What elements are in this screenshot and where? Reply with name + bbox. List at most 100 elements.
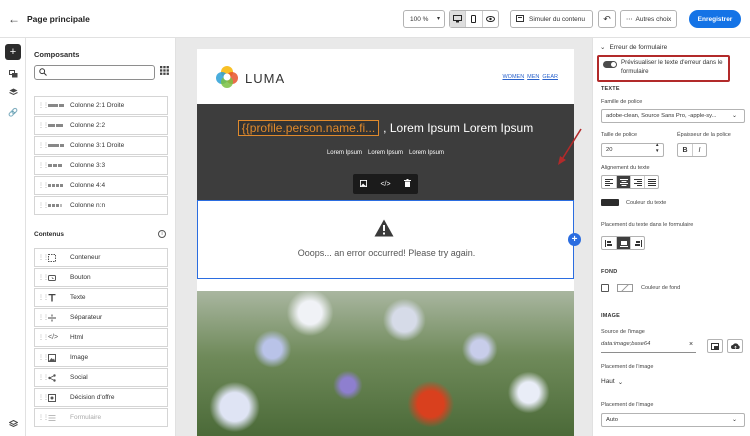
drag-handle-icon[interactable]: ⋮⋮ — [38, 102, 49, 109]
layout-item[interactable]: ⋮⋮ Colonne 3:3 — [34, 156, 168, 175]
content-item[interactable]: ⋮⋮ Formulaire — [34, 408, 168, 427]
text-color-label: Couleur du texte — [626, 200, 667, 206]
back-arrow-icon[interactable]: ← — [6, 11, 22, 27]
flower-image[interactable] — [197, 291, 574, 436]
stack-icon[interactable] — [5, 416, 21, 432]
font-family-value: adobe-clean, Source Sans Pro, -apple-sy.… — [606, 113, 717, 119]
text-color-swatch[interactable] — [601, 199, 619, 206]
clear-icon[interactable]: × — [689, 341, 693, 348]
drag-handle-icon[interactable]: ⋮⋮ — [38, 374, 49, 381]
personalization-token[interactable]: {{profile.person.name.fi... — [237, 120, 380, 136]
font-family-label: Famille de police — [601, 99, 643, 105]
align-right-icon[interactable] — [630, 176, 644, 188]
image-placement-select[interactable]: Haut ⌄ — [601, 378, 623, 386]
info-icon[interactable]: i — [158, 230, 166, 238]
nav-link-men[interactable]: MEN — [527, 74, 539, 80]
align-center-icon[interactable] — [616, 176, 630, 188]
grid-view-icon[interactable] — [160, 66, 169, 77]
undo-icon: ↶ — [603, 13, 611, 24]
form-icon — [48, 414, 64, 422]
desktop-icon[interactable] — [450, 11, 466, 27]
drag-handle-icon[interactable]: ⋮⋮ — [38, 414, 49, 421]
form-error-block[interactable]: Ooops... an error occurred! Please try a… — [197, 200, 581, 279]
font-family-select[interactable]: adobe-clean, Source Sans Pro, -apple-sy.… — [601, 109, 745, 123]
hero-link[interactable]: Lorem Ipsum — [409, 150, 444, 156]
mobile-icon[interactable] — [465, 11, 481, 27]
content-item[interactable]: ⋮⋮ </> Html — [34, 328, 168, 347]
hero-section[interactable]: {{profile.person.name.fi... , Lorem Ipsu… — [197, 104, 574, 200]
content-item[interactable]: ⋮⋮ Décision d'offre — [34, 388, 168, 407]
chevron-down-icon[interactable]: ⌄ — [732, 112, 737, 119]
drag-handle-icon[interactable]: ⋮⋮ — [38, 202, 49, 209]
chevron-down-icon: ⌄ — [617, 379, 624, 386]
add-block-icon[interactable]: + — [568, 233, 581, 246]
italic-button[interactable]: I — [692, 144, 706, 156]
stepper-icon[interactable]: ▲ ▼ — [655, 142, 659, 154]
upload-icon[interactable] — [727, 339, 743, 353]
section-header[interactable]: ⌄ Erreur de formulaire — [600, 43, 667, 52]
zoom-select[interactable]: 100 % ▾ — [403, 10, 445, 28]
link-icon[interactable]: 🔗 — [5, 104, 21, 120]
undo-button[interactable]: ↶ — [598, 10, 616, 28]
drag-handle-icon[interactable]: ⋮⋮ — [38, 182, 49, 189]
content-item[interactable]: ⋮⋮ Social — [34, 368, 168, 387]
hero-link[interactable]: Lorem Ipsum — [327, 150, 362, 156]
content-item[interactable]: ⋮⋮ Conteneur — [34, 248, 168, 267]
drag-handle-icon[interactable]: ⋮⋮ — [38, 294, 49, 301]
background-checkbox[interactable] — [601, 284, 609, 292]
chevron-down-icon[interactable]: ⌄ — [732, 416, 737, 423]
layout-item[interactable]: ⋮⋮ Colonne 3:1 Droite — [34, 136, 168, 155]
image-browse-icon[interactable] — [707, 339, 723, 353]
drag-handle-icon[interactable]: ⋮⋮ — [38, 314, 49, 321]
code-icon[interactable]: </> — [380, 181, 390, 188]
content-item-label: Bouton — [70, 274, 91, 281]
hero-link[interactable]: Lorem Ipsum — [368, 150, 403, 156]
save-button[interactable]: Enregistrer — [689, 10, 741, 28]
text-icon — [48, 293, 64, 302]
drag-handle-icon[interactable]: ⋮⋮ — [38, 122, 49, 129]
delete-icon[interactable] — [404, 179, 412, 189]
content-item[interactable]: ⋮⋮ Image — [34, 348, 168, 367]
align-left-icon[interactable] — [602, 176, 616, 188]
assets-icon[interactable] — [5, 66, 21, 82]
image-icon[interactable] — [359, 179, 367, 189]
simulate-content-button[interactable]: Simuler du contenu — [510, 10, 593, 28]
email-nav: WOMEN MEN GEAR — [502, 74, 558, 80]
eye-icon[interactable] — [481, 11, 498, 27]
content-item[interactable]: ⋮⋮ Bouton — [34, 268, 168, 287]
editor-canvas: LUMA WOMEN MEN GEAR {{profile.person.nam… — [176, 38, 592, 436]
preview-error-toggle[interactable] — [603, 61, 617, 68]
nav-link-women[interactable]: WOMEN — [502, 74, 524, 80]
bold-button[interactable]: B — [678, 144, 692, 156]
font-size-label: Taille de police — [601, 132, 638, 138]
image-placement-select-2[interactable]: Auto — [601, 413, 745, 427]
more-options-button[interactable]: ⋯ Autres choix — [620, 10, 677, 28]
layers-icon[interactable] — [5, 84, 21, 100]
placement-bottom-icon[interactable] — [616, 237, 630, 249]
drag-handle-icon[interactable]: ⋮⋮ — [38, 142, 49, 149]
layout-item[interactable]: ⋮⋮ Colonne n:n — [34, 196, 168, 215]
layout-item[interactable]: ⋮⋮ Colonne 2:1 Droite — [34, 96, 168, 115]
layout-item-label: Colonne n:n — [70, 202, 106, 209]
content-item[interactable]: ⋮⋮ Séparateur — [34, 308, 168, 327]
content-item[interactable]: ⋮⋮ Texte — [34, 288, 168, 307]
hero-text: , Lorem Ipsum Lorem Ipsum — [383, 121, 534, 135]
image-source-input[interactable]: data:image;base64 — [601, 341, 696, 353]
drag-handle-icon[interactable]: ⋮⋮ — [38, 162, 49, 169]
placement-left-icon[interactable] — [602, 237, 616, 249]
drag-handle-icon[interactable]: ⋮⋮ — [38, 254, 49, 261]
layout-item[interactable]: ⋮⋮ Colonne 2:2 — [34, 116, 168, 135]
drag-handle-icon[interactable]: ⋮⋮ — [38, 394, 49, 401]
drag-handle-icon[interactable]: ⋮⋮ — [38, 334, 49, 341]
layout-item[interactable]: ⋮⋮ Colonne 4:4 — [34, 176, 168, 195]
ellipsis-icon: ⋯ — [626, 16, 633, 23]
drag-handle-icon[interactable]: ⋮⋮ — [38, 274, 49, 281]
background-color-swatch[interactable] — [617, 284, 633, 292]
align-justify-icon[interactable] — [644, 176, 658, 188]
nav-link-gear[interactable]: GEAR — [542, 74, 558, 80]
drag-handle-icon[interactable]: ⋮⋮ — [38, 354, 49, 361]
placement-right-icon[interactable] — [630, 237, 644, 249]
add-icon[interactable]: + — [5, 44, 21, 60]
layout-item-label: Colonne 2:1 Droite — [70, 102, 125, 109]
search-input[interactable] — [34, 65, 155, 80]
